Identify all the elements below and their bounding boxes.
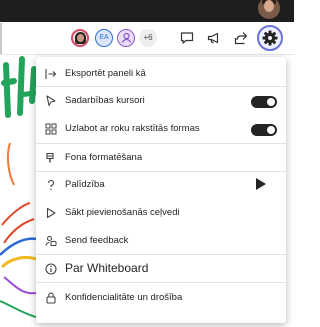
question-icon [47,179,55,190]
menu-item-label: Uzlabot ar roku rakstītās formas [65,123,200,134]
menu-item-label: Palīdzība [65,179,105,190]
menu-item-export[interactable]: Eksportēt paneli kā [36,62,286,86]
collaborator-avatar-icon[interactable] [117,29,135,47]
menu-item-privacy-security[interactable]: Konfidencialitāte un drošība [36,286,286,310]
info-icon [45,263,57,275]
menu-item-label: Fona formatēšana [65,152,143,163]
menu-item-enhance-ink-shapes[interactable]: Uzlabot ar roku rakstītās formas [36,117,286,141]
settings-menu: Eksportēt paneli kā Sadarbības kursori U… [36,57,286,323]
export-icon [45,69,57,79]
play-icon [46,207,56,219]
menu-divider [36,143,286,144]
lock-icon [46,292,56,304]
menu-item-about[interactable]: Par Whiteboard [36,257,286,281]
more-collaborators-count[interactable]: +6 [139,29,157,47]
menu-item-label: Sākt pievienošanās ceļvedi [65,207,180,218]
enhance-ink-shapes-toggle[interactable] [251,124,277,136]
comment-icon[interactable] [179,30,195,46]
shapes-icon [45,123,57,135]
cursor-icon [46,95,56,107]
menu-divider [36,254,286,255]
paint-bucket-icon [46,152,54,163]
person-icon [121,32,131,43]
canvas-border [0,23,2,54]
mouse-pointer-icon [256,178,266,190]
menu-item-send-feedback[interactable]: Send feedback [36,229,286,253]
menu-divider [36,86,286,87]
collaborator-avatar-initials[interactable]: EA [95,29,113,47]
menu-item-label: Par Whiteboard [65,261,149,275]
whiteboard-toolbar: EA +6 [0,22,294,55]
collaborator-avatar-photo[interactable] [71,29,89,47]
feedback-icon [45,236,57,246]
settings-button[interactable] [257,25,283,51]
user-avatar[interactable] [258,0,280,19]
menu-item-label: Eksportēt paneli kā [65,68,146,79]
menu-item-onboarding-tour[interactable]: Sākt pievienošanās ceļvedi [36,201,286,225]
menu-item-background-format[interactable]: Fona formatēšana [36,146,286,170]
app-title-bar [0,0,294,22]
menu-divider [36,171,286,172]
gear-icon [262,30,278,46]
menu-item-label: Send feedback [65,235,129,246]
menu-item-label: Sadarbības kursori [65,95,145,106]
share-icon[interactable] [233,30,249,46]
collaborative-cursors-toggle[interactable] [251,96,277,108]
megaphone-icon[interactable] [206,30,222,46]
menu-divider [36,282,286,283]
menu-item-collaborative-cursors[interactable]: Sadarbības kursori [36,89,286,113]
menu-item-help[interactable]: Palīdzība [36,173,286,197]
menu-item-label: Konfidencialitāte un drošība [65,292,183,303]
